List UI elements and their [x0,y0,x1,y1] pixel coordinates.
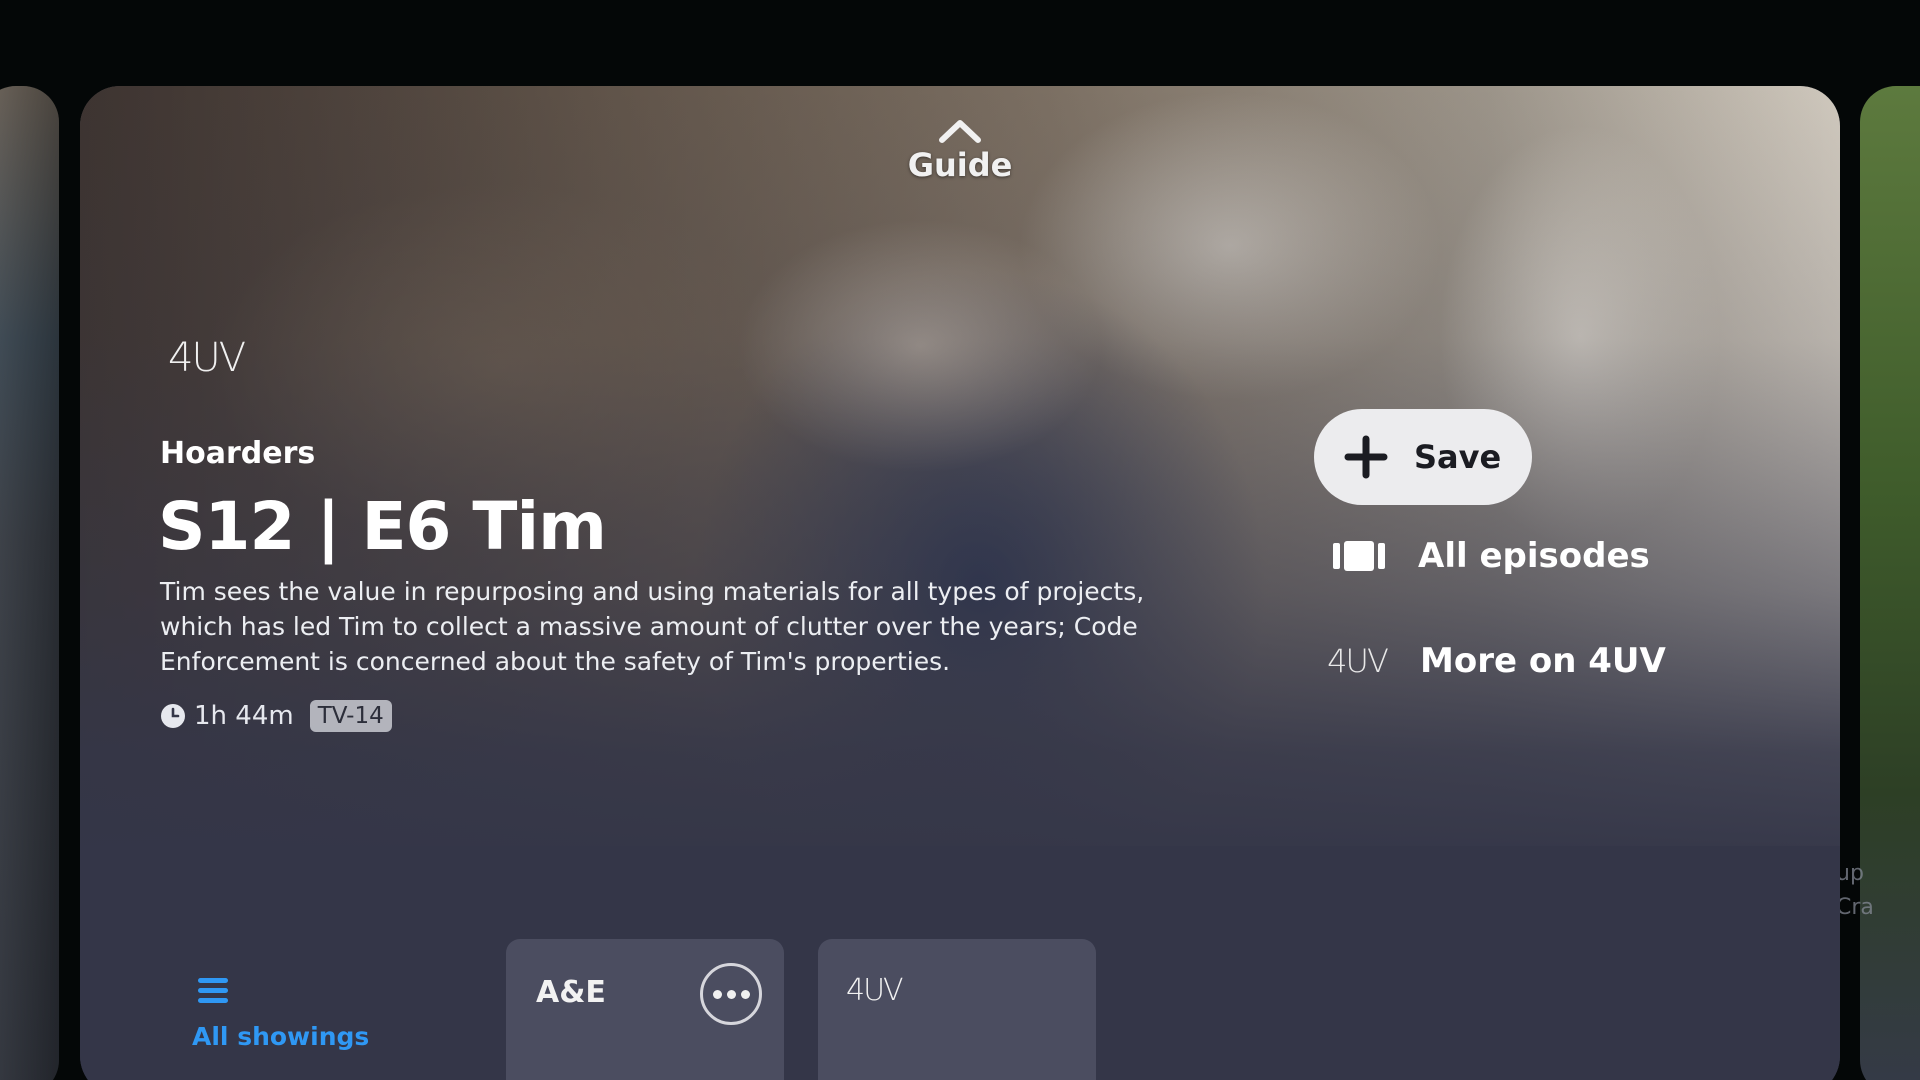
episodes-icon [1333,541,1385,571]
channel-logo: 4UV [846,973,904,1008]
clock-icon [161,704,185,728]
network-logo-icon: 4UV [1327,642,1389,680]
save-label: Save [1414,438,1502,476]
show-title: Hoarders [160,436,316,471]
channel-logo: A&E [536,975,606,1010]
all-episodes-button[interactable]: All episodes [1330,536,1650,576]
more-options-button[interactable] [700,963,762,1025]
channel-tile-ae[interactable]: A&E [506,939,784,1080]
screen: up Cra Guide 4UV Hoarders S12 | E6 Tim T… [0,0,1920,1080]
duration: 1h 44m [194,701,294,731]
channel-tile-4uv[interactable]: 4UV [818,939,1096,1080]
more-on-label: More on 4UV [1420,641,1666,681]
save-button[interactable]: Save [1314,409,1532,505]
all-episodes-label: All episodes [1418,536,1650,576]
next-card-peek-text: up Cra [1836,861,1874,920]
network-logo: 4UV [168,335,246,381]
plus-icon [1344,435,1388,479]
guide-label: Guide [907,146,1013,184]
program-meta: 1h 44m TV-14 [160,700,392,732]
all-showings-label: All showings [192,1022,370,1051]
rating-badge: TV-14 [309,700,392,732]
episode-description: Tim sees the value in repurposing and us… [160,577,1145,676]
all-showings-button[interactable]: All showings [192,978,369,1051]
previous-card-peek[interactable] [0,86,59,1080]
guide-button[interactable]: Guide [890,118,1030,184]
episode-title: S12 | E6 Tim [158,488,607,565]
next-card-peek[interactable] [1860,86,1920,1080]
more-on-network-button[interactable]: 4UV More on 4UV [1324,641,1666,681]
list-icon [198,978,228,1003]
more-dots-icon [712,989,722,999]
chevron-up-icon [939,120,981,143]
